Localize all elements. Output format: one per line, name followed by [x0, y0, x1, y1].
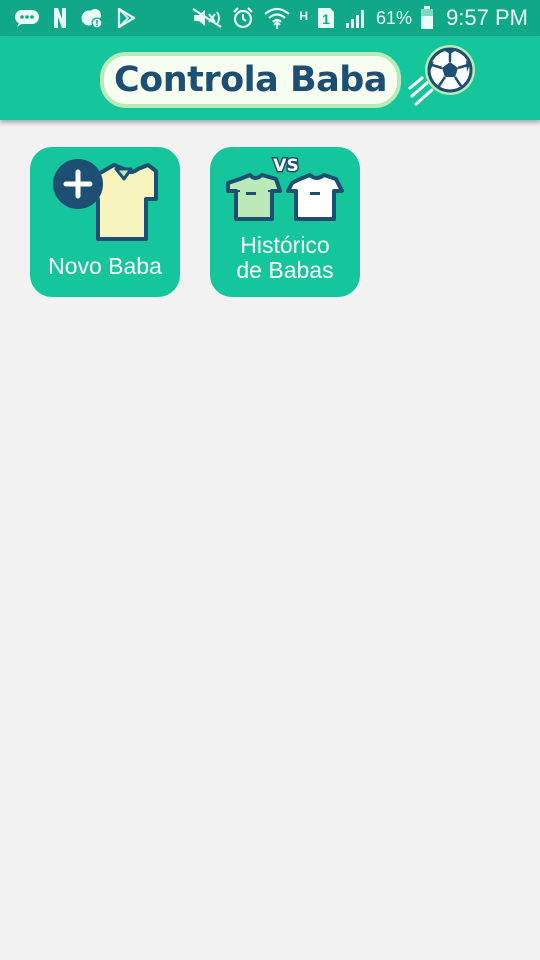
versus-shirts-icon: VS [226, 155, 344, 221]
app-bar: Controla Baba [0, 36, 540, 120]
menu-grid: Novo Baba VS Histórico de Babas [30, 147, 360, 297]
soccer-ball-icon [408, 45, 475, 106]
clock: 9:57 PM [446, 5, 528, 30]
game-history-label-line1: Histórico [240, 232, 330, 258]
message-icon [14, 8, 40, 28]
battery-icon [420, 6, 434, 30]
netflix-icon [52, 7, 68, 29]
app-title: Controla Baba [100, 52, 401, 108]
sim-icon: 1 [316, 6, 336, 30]
network-type-icon: H [299, 9, 309, 23]
battery-percent: 61% [376, 7, 413, 28]
play-store-icon [116, 7, 136, 29]
shirt-add-icon [53, 159, 158, 241]
app-logo: Controla Baba [100, 45, 480, 116]
game-history-button[interactable]: VS Histórico de Babas [210, 147, 360, 297]
weather-alert-icon [80, 7, 104, 29]
new-game-label: Novo Baba [48, 253, 162, 279]
versus-label: VS [273, 156, 298, 176]
alarm-icon [231, 6, 255, 30]
game-history-label: Histórico de Babas [210, 233, 360, 283]
game-history-label-line2: de Babas [236, 257, 334, 283]
mute-icon [191, 7, 223, 29]
wifi-icon [263, 6, 291, 30]
new-game-button[interactable]: Novo Baba [30, 147, 180, 297]
signal-icon [344, 7, 368, 29]
status-bar: H 1 61% 9:57 PM [0, 0, 540, 36]
sim-slot-number: 1 [322, 11, 330, 27]
